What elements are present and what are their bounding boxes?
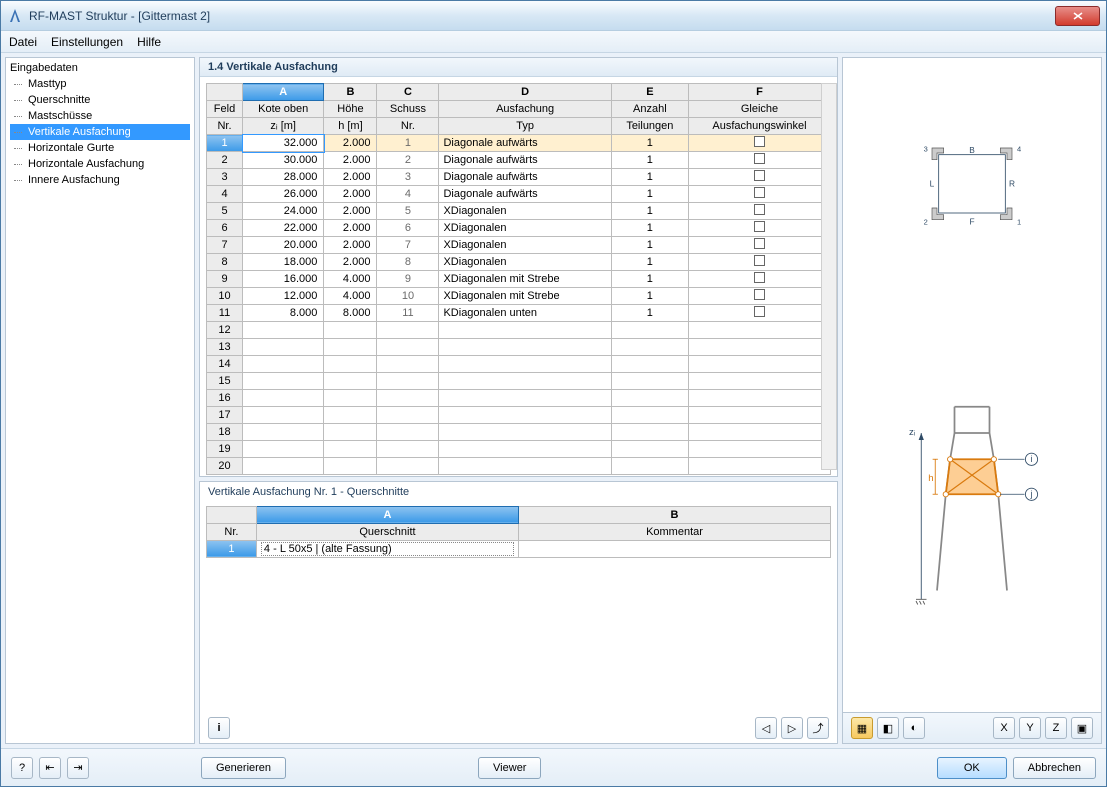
sidebar-item-3[interactable]: Vertikale Ausfachung [10, 124, 190, 140]
svg-text:h: h [928, 473, 933, 484]
prev-button[interactable]: ◁ [755, 717, 777, 739]
svg-text:4: 4 [1017, 144, 1021, 153]
view-z-button[interactable]: Z [1045, 717, 1067, 739]
svg-text:2: 2 [924, 217, 928, 226]
sidebar-item-1[interactable]: Querschnitte [10, 92, 190, 108]
grid-wrap: ABCDEFFeldKote obenHöheSchussAusfachungA… [200, 77, 837, 476]
menu-settings[interactable]: Einstellungen [51, 35, 123, 49]
app-window: RF-MAST Struktur - [Gittermast 2] Datei … [0, 0, 1107, 787]
main-grid[interactable]: ABCDEFFeldKote obenHöheSchussAusfachungA… [206, 83, 831, 475]
bottom-panel: Vertikale Ausfachung Nr. 1 - Querschnitt… [199, 481, 838, 744]
view-x-button[interactable]: X [993, 717, 1015, 739]
sidebar-item-5[interactable]: Horizontale Ausfachung [10, 156, 190, 172]
viewer-button[interactable]: Viewer [478, 757, 541, 779]
top-panel: 1.4 Vertikale Ausfachung ABCDEFFeldKote … [199, 57, 838, 477]
view-toolbar: ▦ ◧ ◐ X Y Z ▣ [842, 713, 1102, 744]
vertical-scrollbar[interactable] [821, 83, 837, 470]
svg-text:i: i [1031, 453, 1033, 463]
view-btn-2[interactable]: ◧ [877, 717, 899, 739]
view-btn-3[interactable]: ◐ [903, 717, 925, 739]
ok-button[interactable]: OK [937, 757, 1007, 779]
view-iso-button[interactable]: ▣ [1071, 717, 1093, 739]
sidebar-root[interactable]: Eingabedaten [10, 62, 190, 74]
titlebar: RF-MAST Struktur - [Gittermast 2] [1, 1, 1106, 31]
sidebar-item-6[interactable]: Innere Ausfachung [10, 172, 190, 188]
menu-help[interactable]: Hilfe [137, 35, 161, 49]
svg-text:1: 1 [1017, 217, 1021, 226]
menu-file[interactable]: Datei [9, 35, 37, 49]
sidebar-item-4[interactable]: Horizontale Gurte [10, 140, 190, 156]
panel-title: 1.4 Vertikale Ausfachung [200, 58, 837, 77]
goto-button[interactable]: ⤴ [807, 717, 829, 739]
sub-toolbar: i ◁ ▷ ⤴ [200, 713, 837, 743]
sub-grid[interactable]: ABNr.QuerschnittKommentar14 - L 50x5 | (… [206, 506, 831, 558]
window-title: RF-MAST Struktur - [Gittermast 2] [29, 9, 1055, 23]
app-icon [7, 8, 23, 24]
svg-text:R: R [1009, 178, 1015, 188]
subgrid-wrap: ABNr.QuerschnittKommentar14 - L 50x5 | (… [200, 500, 837, 713]
svg-text:3: 3 [924, 144, 928, 153]
sidebar: Eingabedaten MasttypQuerschnitteMastschü… [5, 57, 195, 744]
graphic-panel: B F L R 3 4 2 1 zᵢ [842, 57, 1102, 713]
help-button[interactable]: ? [11, 757, 33, 779]
sidebar-item-0[interactable]: Masttyp [10, 76, 190, 92]
view-btn-1[interactable]: ▦ [851, 717, 873, 739]
tower-diagram: zᵢ [902, 373, 1042, 633]
svg-text:zᵢ: zᵢ [909, 426, 916, 437]
close-button[interactable] [1055, 6, 1100, 26]
export-button[interactable]: ⇥ [67, 757, 89, 779]
svg-text:F: F [969, 216, 974, 226]
svg-text:B: B [969, 145, 975, 155]
import-button[interactable]: ⇤ [39, 757, 61, 779]
content: Eingabedaten MasttypQuerschnitteMastschü… [1, 53, 1106, 748]
svg-text:L: L [930, 178, 935, 188]
next-button[interactable]: ▷ [781, 717, 803, 739]
bottombar: ? ⇤ ⇥ Generieren Viewer OK Abbrechen [1, 748, 1106, 786]
cancel-button[interactable]: Abbrechen [1013, 757, 1096, 779]
generate-button[interactable]: Generieren [201, 757, 286, 779]
menubar: Datei Einstellungen Hilfe [1, 31, 1106, 53]
right-pane: B F L R 3 4 2 1 zᵢ [842, 57, 1102, 744]
info-button[interactable]: i [208, 717, 230, 739]
cross-section-diagram: B F L R 3 4 2 1 [912, 138, 1032, 238]
svg-text:j: j [1030, 488, 1033, 498]
sidebar-item-2[interactable]: Mastschüsse [10, 108, 190, 124]
view-y-button[interactable]: Y [1019, 717, 1041, 739]
subgrid-title: Vertikale Ausfachung Nr. 1 - Querschnitt… [200, 482, 837, 500]
main-area: 1.4 Vertikale Ausfachung ABCDEFFeldKote … [199, 57, 838, 744]
